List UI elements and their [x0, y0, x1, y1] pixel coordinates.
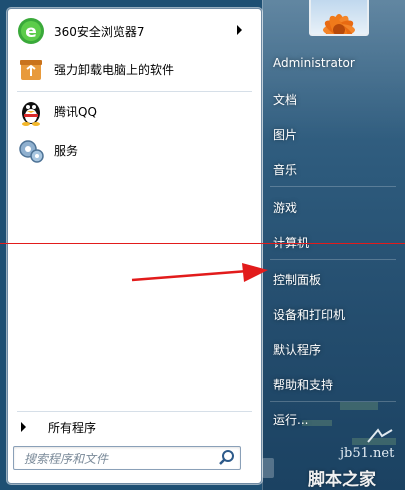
- search-input[interactable]: 搜索程序和文件: [14, 450, 217, 467]
- 360-browser-icon: e: [16, 16, 46, 46]
- right-item-default-programs[interactable]: 默认程序: [273, 341, 321, 358]
- svg-text:e: e: [25, 22, 37, 42]
- right-item-games[interactable]: 游戏: [273, 199, 297, 216]
- watermark-site: jb51.net: [340, 446, 395, 461]
- program-services[interactable]: 服务: [16, 132, 254, 168]
- right-item-pictures[interactable]: 图片: [273, 126, 297, 143]
- program-uninstaller[interactable]: 强力卸载电脑上的软件: [16, 51, 254, 87]
- right-item-devices-printers[interactable]: 设备和打印机: [273, 306, 345, 323]
- expand-arrow-icon: [21, 422, 26, 432]
- watermark-logo-icon: [367, 428, 393, 443]
- annotation-red-line: [0, 243, 405, 244]
- right-item-music[interactable]: 音乐: [273, 161, 297, 178]
- program-label: 服务: [54, 143, 79, 158]
- start-menu-left-pane: e 360安全浏览器7 强力卸载电脑上的软件 腾讯QQ 服务 所有程序: [7, 8, 262, 484]
- divider: [270, 259, 396, 260]
- all-programs-button[interactable]: 所有程序: [16, 414, 254, 440]
- all-programs-label: 所有程序: [48, 420, 97, 435]
- divider: [17, 411, 252, 412]
- uninstaller-icon: [16, 54, 46, 84]
- right-item-documents[interactable]: 文档: [273, 91, 297, 108]
- shutdown-button-edge[interactable]: [262, 458, 274, 478]
- right-item-administrator[interactable]: Administrator: [273, 56, 355, 70]
- watermark-text: 脚本之家: [308, 470, 376, 490]
- annotation-arrow-icon: [131, 263, 268, 282]
- search-box[interactable]: 搜索程序和文件: [13, 446, 241, 470]
- user-picture[interactable]: [309, 0, 369, 36]
- right-item-control-panel[interactable]: 控制面板: [273, 271, 321, 288]
- program-qq[interactable]: 腾讯QQ: [16, 93, 254, 129]
- right-item-run[interactable]: 运行...: [273, 411, 308, 428]
- program-360-browser[interactable]: e 360安全浏览器7: [16, 13, 254, 49]
- submenu-arrow-icon[interactable]: [237, 25, 242, 35]
- right-item-help-support[interactable]: 帮助和支持: [273, 376, 333, 393]
- divider: [270, 186, 396, 187]
- program-label: 腾讯QQ: [54, 104, 97, 119]
- services-gear-icon: [16, 135, 46, 165]
- divider: [270, 401, 396, 402]
- divider: [17, 91, 252, 92]
- qq-penguin-icon: [16, 96, 46, 126]
- search-icon[interactable]: [217, 448, 237, 468]
- program-label: 360安全浏览器7: [54, 24, 145, 39]
- program-label: 强力卸载电脑上的软件: [54, 62, 175, 77]
